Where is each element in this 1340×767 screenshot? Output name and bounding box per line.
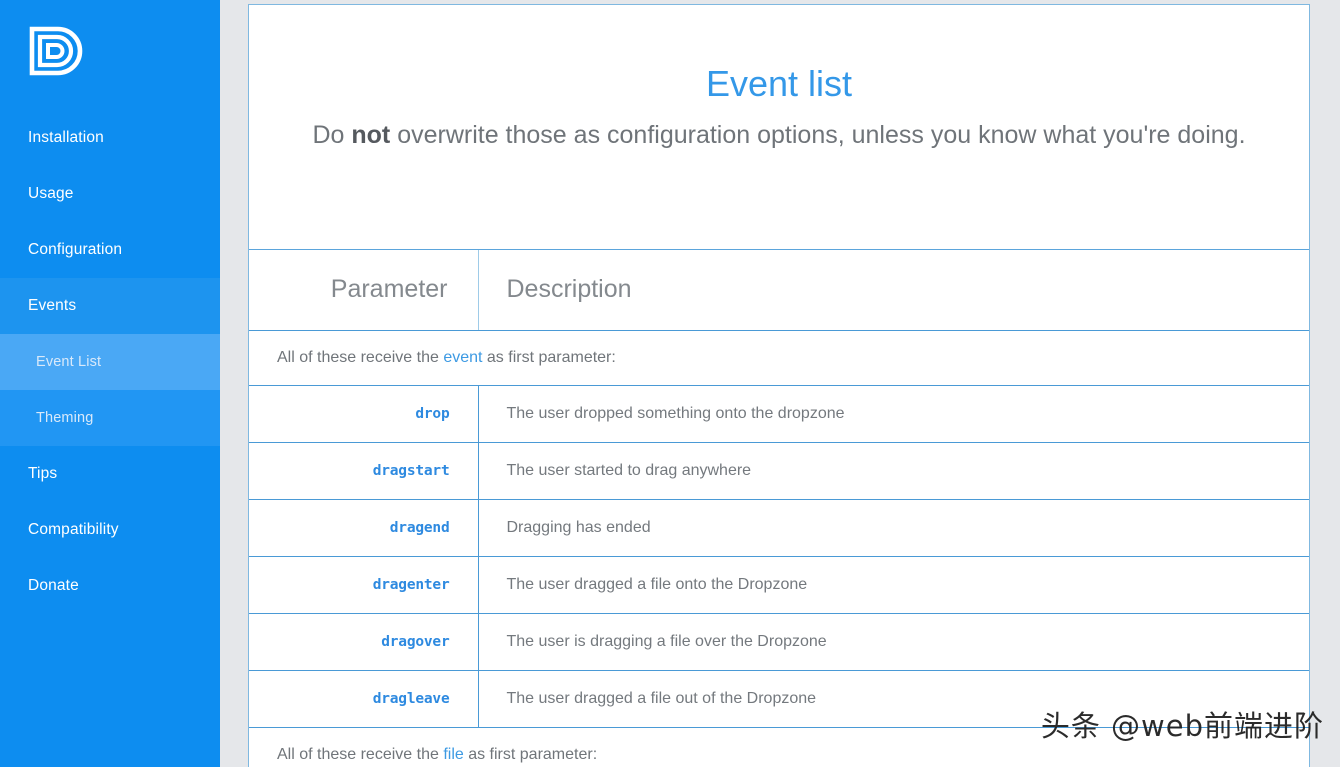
sidebar-item-label: Donate xyxy=(28,577,79,595)
sidebar-item-label: Compatibility xyxy=(28,521,119,539)
parameter-name: dragover xyxy=(381,634,449,650)
table-row: drop The user dropped something onto the… xyxy=(249,385,1309,442)
column-header-parameter: Parameter xyxy=(249,250,478,330)
section-intro-text: All of these receive the event as first … xyxy=(249,330,1309,385)
table-section-intro: All of these receive the event as first … xyxy=(249,330,1309,385)
sidebar-item-tips[interactable]: Tips xyxy=(0,446,220,502)
sidebar-item-compatibility[interactable]: Compatibility xyxy=(0,502,220,558)
description-cell: The user dropped something onto the drop… xyxy=(478,385,1309,442)
parameter-cell: dragstart xyxy=(249,442,478,499)
table-body: All of these receive the event as first … xyxy=(249,330,1309,767)
events-table: Parameter Description All of these recei… xyxy=(249,250,1309,767)
parameter-cell: dragleave xyxy=(249,670,478,727)
file-link[interactable]: file xyxy=(443,746,463,763)
parameter-name: dragenter xyxy=(373,577,450,593)
event-link[interactable]: event xyxy=(443,349,482,366)
description-cell: The user dragged a file onto the Dropzon… xyxy=(478,556,1309,613)
sidebar-item-label: Configuration xyxy=(28,241,122,259)
content-card: Event list Do not overwrite those as con… xyxy=(248,4,1310,767)
description-cell: The user is dragging a file over the Dro… xyxy=(478,613,1309,670)
sidebar-item-events[interactable]: Events xyxy=(0,278,220,334)
description-cell: The user started to drag anywhere xyxy=(478,442,1309,499)
sidebar-item-usage[interactable]: Usage xyxy=(0,166,220,222)
parameter-cell: dragover xyxy=(249,613,478,670)
sidebar-item-configuration[interactable]: Configuration xyxy=(0,222,220,278)
section-intro-text: All of these receive the file as first p… xyxy=(249,727,1309,767)
table-row: dragover The user is dragging a file ove… xyxy=(249,613,1309,670)
sidebar-item-label: Theming xyxy=(36,410,93,426)
dropzone-logo-icon xyxy=(28,26,84,84)
parameter-cell: dragenter xyxy=(249,556,478,613)
intro-part-2: as first parameter: xyxy=(482,349,615,366)
parameter-name: drop xyxy=(415,406,449,422)
subtitle-emphasis: not xyxy=(351,121,390,149)
intro-part-2: as first parameter: xyxy=(464,746,597,763)
parameter-cell: dragend xyxy=(249,499,478,556)
sidebar-item-donate[interactable]: Donate xyxy=(0,558,220,614)
sidebar-item-label: Events xyxy=(28,297,76,315)
sidebar-item-installation[interactable]: Installation xyxy=(0,110,220,166)
table-row: dragstart The user started to drag anywh… xyxy=(249,442,1309,499)
table-row: dragenter The user dragged a file onto t… xyxy=(249,556,1309,613)
sidebar: Installation Usage Configuration Events … xyxy=(0,0,220,767)
logo[interactable] xyxy=(0,0,220,110)
sidebar-item-label: Event List xyxy=(36,354,101,370)
sidebar-item-theming[interactable]: Theming xyxy=(0,390,220,446)
parameter-name: dragleave xyxy=(373,691,450,707)
page-title: Event list xyxy=(277,61,1281,106)
page-header: Event list Do not overwrite those as con… xyxy=(249,5,1309,250)
description-cell: Dragging has ended xyxy=(478,499,1309,556)
table-section-intro: All of these receive the file as first p… xyxy=(249,727,1309,767)
page-subtitle: Do not overwrite those as configuration … xyxy=(299,118,1259,153)
sidebar-item-label: Installation xyxy=(28,129,104,147)
table-row: dragleave The user dragged a file out of… xyxy=(249,670,1309,727)
parameter-name: dragend xyxy=(390,520,450,536)
sidebar-item-label: Tips xyxy=(28,465,57,483)
table-head: Parameter Description xyxy=(249,250,1309,330)
parameter-cell: drop xyxy=(249,385,478,442)
parameter-name: dragstart xyxy=(373,463,450,479)
sidebar-item-event-list[interactable]: Event List xyxy=(0,334,220,390)
column-header-description: Description xyxy=(478,250,1309,330)
sidebar-item-label: Usage xyxy=(28,185,74,203)
description-cell: The user dragged a file out of the Dropz… xyxy=(478,670,1309,727)
intro-part-1: All of these receive the xyxy=(277,349,443,366)
table-row: dragend Dragging has ended xyxy=(249,499,1309,556)
subtitle-part-1: Do xyxy=(312,121,351,149)
intro-part-1: All of these receive the xyxy=(277,746,443,763)
subtitle-part-2: overwrite those as configuration options… xyxy=(390,121,1245,149)
table-header-row: Parameter Description xyxy=(249,250,1309,330)
